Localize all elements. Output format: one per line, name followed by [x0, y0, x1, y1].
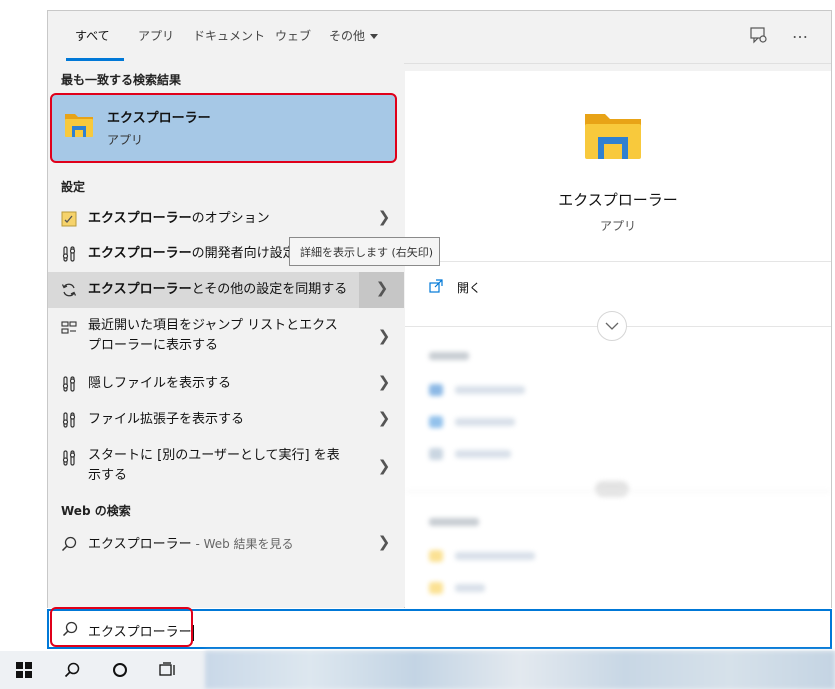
search-icon: [64, 662, 80, 678]
text-cursor: [192, 624, 194, 641]
line-1: 最近開いた項目をジャンプ リストとエクス: [88, 318, 338, 333]
settings-item-hidden-files[interactable]: 隠しファイルを表示する ❯: [48, 366, 404, 402]
taskbar: [0, 651, 835, 689]
settings-item-label: 最近開いた項目をジャンプ リストとエクス プローラーに表示する: [88, 316, 338, 356]
chevron-right-icon[interactable]: ❯: [372, 457, 396, 475]
recent-items-blurred: [405, 346, 831, 606]
settings-item-run-as-user[interactable]: スタートに [別のユーザーとして実行] を表 示する ❯: [48, 438, 404, 496]
best-match-title: エクスプローラー: [107, 111, 211, 126]
tab-documents[interactable]: ドキュメント: [193, 27, 265, 44]
line-1: スタートに [別のユーザーとして実行] を表: [88, 448, 340, 463]
best-match-item[interactable]: エクスプローラー アプリ: [50, 93, 397, 163]
line-2: 示する: [88, 468, 128, 483]
active-tab-indicator: [66, 58, 124, 61]
rest-text: とその他の設定を同期する: [191, 282, 348, 297]
settings-item-label: エクスプローラーのオプション: [88, 209, 270, 229]
web-search-header: Web の検索: [61, 504, 131, 518]
settings-item-label: ファイル拡張子を表示する: [88, 412, 245, 427]
cortana-button[interactable]: [96, 651, 144, 689]
chevron-down-icon: [370, 34, 379, 39]
chevron-down-icon: [605, 322, 619, 330]
settings-slider-icon: [62, 376, 76, 392]
settings-item-label: エクスプローラーとその他の設定を同期する: [88, 280, 347, 300]
cortana-circle-icon: [113, 663, 127, 677]
tab-apps[interactable]: アプリ: [138, 27, 174, 44]
rest-text: のオプション: [191, 211, 270, 226]
settings-item-jump-list[interactable]: 最近開いた項目をジャンプ リストとエクス プローラーに表示する ❯: [48, 308, 404, 366]
match-text: エクスプローラー: [88, 211, 192, 226]
chevron-right-icon[interactable]: ❯: [372, 208, 396, 226]
search-input[interactable]: エクスプローラー: [88, 621, 194, 641]
folder-options-icon: [61, 211, 77, 227]
expand-button[interactable]: [597, 311, 627, 341]
windows-logo-icon: [16, 662, 32, 678]
preview-app-title: エクスプローラー: [558, 191, 678, 209]
best-match-header: 最も一致する検索結果: [61, 73, 182, 87]
jump-list-icon: [61, 321, 77, 334]
settings-item-explorer-options[interactable]: エクスプローラーのオプション ❯: [48, 202, 404, 236]
settings-slider-icon: [62, 450, 76, 466]
settings-item-label: スタートに [別のユーザーとして実行] を表 示する: [88, 446, 340, 486]
open-icon: [429, 279, 443, 293]
taskbar-search-button[interactable]: [48, 651, 96, 689]
preview-pane: エクスプローラー アプリ 開く: [405, 71, 831, 608]
developer-settings-icon: [62, 246, 76, 262]
chevron-right-icon[interactable]: ❯: [372, 409, 396, 427]
settings-item-sync[interactable]: エクスプローラーとその他の設定を同期する ❯: [48, 272, 404, 308]
chevron-right-icon[interactable]: ❯: [370, 279, 394, 297]
rest-text: の開発者向け設定: [191, 246, 296, 261]
search-tabs: すべて アプリ ドキュメント ウェブ その他 …: [48, 11, 831, 64]
web-search-label: エクスプローラー - Web 結果を見る: [88, 534, 294, 555]
taskbar-apps-blurred: [205, 651, 835, 689]
settings-item-file-extensions[interactable]: ファイル拡張子を表示する ❯: [48, 402, 404, 438]
settings-item-label: 隠しファイルを表示する: [88, 376, 232, 391]
web-suffix: - Web 結果を見る: [191, 537, 294, 551]
task-view-icon: [159, 662, 175, 676]
tooltip: 詳細を表示します (右矢印): [289, 237, 440, 266]
search-input-value: エクスプローラー: [88, 625, 192, 640]
chevron-right-icon[interactable]: ❯: [372, 327, 396, 345]
more-options-button[interactable]: …: [792, 23, 809, 42]
start-button[interactable]: [0, 651, 48, 689]
file-explorer-large-icon: [585, 114, 641, 159]
tab-more-label: その他: [329, 29, 366, 43]
chevron-right-icon[interactable]: ❯: [372, 373, 396, 391]
chevron-right-icon[interactable]: ❯: [372, 533, 396, 551]
web-search-item[interactable]: エクスプローラー - Web 結果を見る ❯: [48, 526, 404, 562]
match-text: エクスプローラー: [88, 282, 192, 297]
results-list: 最も一致する検索結果 エクスプローラー アプリ 設定 エクスプローラーのオプショ…: [48, 63, 404, 608]
feedback-icon[interactable]: [748, 25, 770, 47]
search-flyout: すべて アプリ ドキュメント ウェブ その他 … 最も一致する検索結果 エクスプ…: [47, 10, 832, 608]
line-2: プローラーに表示する: [88, 338, 219, 353]
tab-more[interactable]: その他: [329, 27, 379, 44]
match-text: エクスプローラー: [88, 246, 192, 261]
settings-slider-icon: [62, 412, 76, 428]
search-icon: [62, 621, 78, 637]
divider: [405, 261, 831, 262]
sync-icon: [61, 283, 77, 297]
file-explorer-icon: [65, 114, 93, 137]
task-view-button[interactable]: [144, 651, 192, 689]
open-label: 開く: [457, 281, 482, 295]
web-query: エクスプローラー: [88, 537, 192, 552]
preview-app-type: アプリ: [599, 219, 636, 233]
settings-item-label: エクスプローラーの開発者向け設定: [88, 244, 296, 264]
best-match-subtitle: アプリ: [107, 133, 144, 147]
tab-all[interactable]: すべて: [75, 27, 110, 44]
settings-header: 設定: [61, 180, 86, 194]
search-icon: [61, 536, 77, 552]
tab-web[interactable]: ウェブ: [275, 27, 311, 44]
